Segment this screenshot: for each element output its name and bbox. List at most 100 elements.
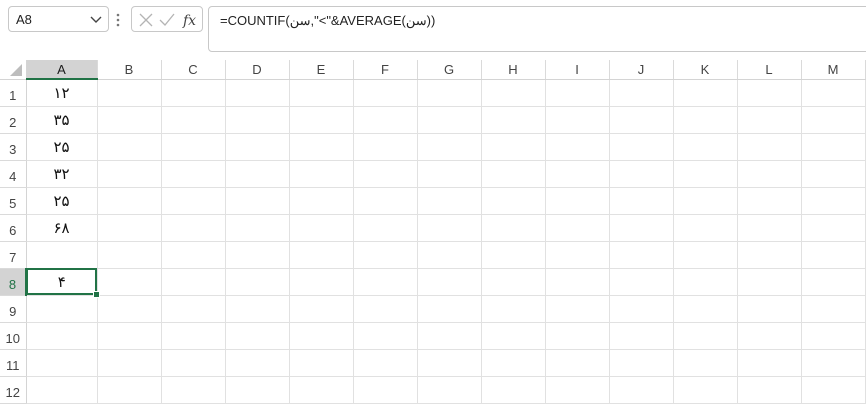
cell-h6[interactable] bbox=[481, 214, 546, 242]
cell-g1[interactable] bbox=[417, 79, 482, 107]
cancel-icon[interactable] bbox=[137, 11, 155, 29]
cell-j10[interactable] bbox=[609, 322, 674, 350]
cell-b8[interactable] bbox=[97, 268, 162, 296]
cell-e5[interactable] bbox=[289, 187, 354, 215]
cell-c1[interactable] bbox=[161, 79, 226, 107]
cell-e9[interactable] bbox=[289, 295, 354, 323]
cell-j8[interactable] bbox=[609, 268, 674, 296]
cell-m6[interactable] bbox=[801, 214, 866, 242]
cell-a5[interactable]: ۲۵ bbox=[26, 187, 98, 215]
cell-m2[interactable] bbox=[801, 106, 866, 134]
cell-i11[interactable] bbox=[545, 349, 610, 377]
cell-c5[interactable] bbox=[161, 187, 226, 215]
cell-k8[interactable] bbox=[673, 268, 738, 296]
cell-j12[interactable] bbox=[609, 376, 674, 404]
cell-a4[interactable]: ۳۲ bbox=[26, 160, 98, 188]
cell-c11[interactable] bbox=[161, 349, 226, 377]
cell-c4[interactable] bbox=[161, 160, 226, 188]
cell-k11[interactable] bbox=[673, 349, 738, 377]
cell-h1[interactable] bbox=[481, 79, 546, 107]
cell-g11[interactable] bbox=[417, 349, 482, 377]
cell-m7[interactable] bbox=[801, 241, 866, 269]
cell-m5[interactable] bbox=[801, 187, 866, 215]
cell-d6[interactable] bbox=[225, 214, 290, 242]
cell-g9[interactable] bbox=[417, 295, 482, 323]
cell-d12[interactable] bbox=[225, 376, 290, 404]
cell-e6[interactable] bbox=[289, 214, 354, 242]
row-header-11[interactable]: 11 bbox=[0, 349, 27, 377]
cell-f4[interactable] bbox=[353, 160, 418, 188]
cell-f5[interactable] bbox=[353, 187, 418, 215]
column-header-d[interactable]: D bbox=[225, 60, 290, 80]
row-header-10[interactable]: 10 bbox=[0, 322, 27, 350]
cell-c2[interactable] bbox=[161, 106, 226, 134]
cell-h4[interactable] bbox=[481, 160, 546, 188]
cell-h11[interactable] bbox=[481, 349, 546, 377]
cell-a3[interactable]: ۲۵ bbox=[26, 133, 98, 161]
column-header-c[interactable]: C bbox=[161, 60, 226, 80]
cell-k9[interactable] bbox=[673, 295, 738, 323]
row-header-12[interactable]: 12 bbox=[0, 376, 27, 404]
row-header-5[interactable]: 5 bbox=[0, 187, 27, 215]
formula-input[interactable]: =COUNTIF(سن,"<"&AVERAGE(سن)) bbox=[208, 6, 866, 52]
cell-m8[interactable] bbox=[801, 268, 866, 296]
column-header-g[interactable]: G bbox=[417, 60, 482, 80]
cell-b9[interactable] bbox=[97, 295, 162, 323]
cell-l8[interactable] bbox=[737, 268, 802, 296]
cell-h9[interactable] bbox=[481, 295, 546, 323]
row-header-8[interactable]: 8 bbox=[0, 268, 27, 296]
row-header-6[interactable]: 6 bbox=[0, 214, 27, 242]
cell-k12[interactable] bbox=[673, 376, 738, 404]
cell-e10[interactable] bbox=[289, 322, 354, 350]
cell-e7[interactable] bbox=[289, 241, 354, 269]
cell-i9[interactable] bbox=[545, 295, 610, 323]
cell-b12[interactable] bbox=[97, 376, 162, 404]
cell-e3[interactable] bbox=[289, 133, 354, 161]
cell-j6[interactable] bbox=[609, 214, 674, 242]
cell-c10[interactable] bbox=[161, 322, 226, 350]
cell-c7[interactable] bbox=[161, 241, 226, 269]
cell-d3[interactable] bbox=[225, 133, 290, 161]
cell-l1[interactable] bbox=[737, 79, 802, 107]
cell-j3[interactable] bbox=[609, 133, 674, 161]
cell-g3[interactable] bbox=[417, 133, 482, 161]
cell-b2[interactable] bbox=[97, 106, 162, 134]
cell-l3[interactable] bbox=[737, 133, 802, 161]
cell-l9[interactable] bbox=[737, 295, 802, 323]
cell-d2[interactable] bbox=[225, 106, 290, 134]
column-header-e[interactable]: E bbox=[289, 60, 354, 80]
cell-e12[interactable] bbox=[289, 376, 354, 404]
row-header-2[interactable]: 2 bbox=[0, 106, 27, 134]
cell-l12[interactable] bbox=[737, 376, 802, 404]
cell-m11[interactable] bbox=[801, 349, 866, 377]
column-header-b[interactable]: B bbox=[97, 60, 162, 80]
cell-k6[interactable] bbox=[673, 214, 738, 242]
cell-i2[interactable] bbox=[545, 106, 610, 134]
row-header-4[interactable]: 4 bbox=[0, 160, 27, 188]
cell-j7[interactable] bbox=[609, 241, 674, 269]
column-header-m[interactable]: M bbox=[801, 60, 866, 80]
cell-a11[interactable] bbox=[26, 349, 98, 377]
cell-a2[interactable]: ۳۵ bbox=[26, 106, 98, 134]
cell-l7[interactable] bbox=[737, 241, 802, 269]
cell-e11[interactable] bbox=[289, 349, 354, 377]
cell-k5[interactable] bbox=[673, 187, 738, 215]
cell-g12[interactable] bbox=[417, 376, 482, 404]
cell-a6[interactable]: ۶۸ bbox=[26, 214, 98, 242]
cell-b5[interactable] bbox=[97, 187, 162, 215]
cell-m3[interactable] bbox=[801, 133, 866, 161]
cell-c8[interactable] bbox=[161, 268, 226, 296]
column-header-j[interactable]: J bbox=[609, 60, 674, 80]
cell-g6[interactable] bbox=[417, 214, 482, 242]
cell-d5[interactable] bbox=[225, 187, 290, 215]
cell-k2[interactable] bbox=[673, 106, 738, 134]
cell-m1[interactable] bbox=[801, 79, 866, 107]
cell-b1[interactable] bbox=[97, 79, 162, 107]
function-icon[interactable]: fx bbox=[182, 11, 200, 29]
cell-e8[interactable] bbox=[289, 268, 354, 296]
row-header-9[interactable]: 9 bbox=[0, 295, 27, 323]
more-options-icon[interactable] bbox=[113, 10, 123, 30]
cell-h3[interactable] bbox=[481, 133, 546, 161]
cell-l10[interactable] bbox=[737, 322, 802, 350]
cell-j11[interactable] bbox=[609, 349, 674, 377]
